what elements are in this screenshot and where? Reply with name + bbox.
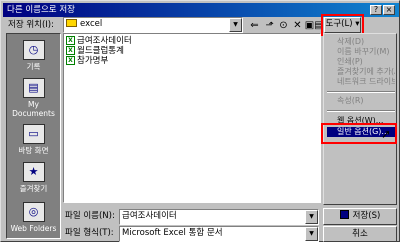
menu-item-print[interactable]: 인쇄(P) <box>327 57 395 67</box>
place-label: Web Folders <box>10 224 57 233</box>
place-history[interactable]: ◷ 기록 <box>7 40 60 71</box>
filetype-label: 파일 형식(T): <box>65 228 114 238</box>
file-name: 월드클럽통계 <box>77 46 124 56</box>
favorites-icon: ★ <box>22 162 45 182</box>
place-label: My Documents <box>12 100 55 118</box>
filename-value: 급여조사데이터 <box>122 211 177 221</box>
excel-file-icon: X <box>66 36 75 45</box>
excel-file-icon: X <box>66 56 75 65</box>
filename-label: 파일 이름(N): <box>65 211 115 221</box>
window-title: 다른 이름으로 저장 <box>7 5 75 15</box>
cancel-button[interactable]: 취소 <box>323 226 397 242</box>
tools-menu: 삭제(D) 이름 바꾸기(M) 인쇄(P) 즐겨찾기에 추가(A) 네트워크 드… <box>323 33 397 205</box>
file-name: 참가명부 <box>77 56 109 66</box>
save-in-value: excel <box>80 19 103 29</box>
folder-icon <box>66 19 77 27</box>
save-disk-icon <box>339 210 349 219</box>
mouse-pointer-icon: ➚ <box>381 127 392 141</box>
close-button[interactable]: × <box>383 5 395 15</box>
filetype-select[interactable]: Microsoft Excel 통합 문서 ▼ <box>119 226 319 242</box>
menu-separator <box>327 110 395 112</box>
up-folder-icon[interactable]: ⬏ <box>262 18 277 33</box>
filename-input[interactable]: 급여조사데이터 ▼ <box>119 209 319 225</box>
filetype-value: Microsoft Excel 통합 문서 <box>122 228 223 238</box>
save-in-combo[interactable]: excel ▼ <box>63 17 243 33</box>
place-desktop[interactable]: ▭ 바탕 화면 <box>7 124 60 155</box>
list-item[interactable]: X 월드클럽통계 <box>66 46 124 56</box>
menu-item-map-network-drive[interactable]: 네트워크 드라이브 연결(N)... <box>327 77 395 87</box>
place-web-folders[interactable]: ◎ Web Folders <box>7 202 60 233</box>
save-in-label: 저장 위치(I): <box>8 20 54 30</box>
place-label: 기록 <box>26 62 41 71</box>
history-icon: ◷ <box>22 40 45 60</box>
menu-item-add-favorites[interactable]: 즐겨찾기에 추가(A) <box>327 67 395 77</box>
my-documents-icon: ▤ <box>22 78 45 98</box>
file-name: 급여조사데이터 <box>77 36 132 46</box>
menu-item-delete[interactable]: 삭제(D) <box>327 37 395 47</box>
menu-item-properties[interactable]: 속성(R) <box>327 96 395 106</box>
place-my-documents[interactable]: ▤ My Documents <box>7 78 60 118</box>
chevron-down-icon[interactable]: ▼ <box>305 227 318 241</box>
place-favorites[interactable]: ★ 즐겨찾기 <box>7 162 60 193</box>
place-label: 즐겨찾기 <box>19 184 48 193</box>
file-list[interactable]: X 급여조사데이터 X 월드클럽통계 X 참가명부 <box>63 33 321 203</box>
menu-item-rename[interactable]: 이름 바꾸기(M) <box>327 47 395 57</box>
chevron-down-icon[interactable]: ▼ <box>229 18 242 32</box>
search-web-icon[interactable]: ⊙ <box>276 18 291 33</box>
list-item[interactable]: X 급여조사데이터 <box>66 36 132 46</box>
list-item[interactable]: X 참가명부 <box>66 56 108 66</box>
chevron-down-icon[interactable]: ▼ <box>305 210 318 224</box>
desktop-icon: ▭ <box>22 124 45 144</box>
places-bar: ◷ 기록 ▤ My Documents ▭ 바탕 화면 ★ 즐겨찾기 ◎ Web… <box>6 33 61 239</box>
web-folders-icon: ◎ <box>22 202 45 222</box>
excel-file-icon: X <box>66 46 75 55</box>
back-icon[interactable]: ⇐ <box>247 18 262 33</box>
place-label: 바탕 화면 <box>18 146 49 155</box>
help-button[interactable]: ? <box>370 5 382 15</box>
save-button-label: 저장(S) <box>352 211 381 221</box>
save-as-dialog: 다른 이름으로 저장 ? × 저장 위치(I): excel ▼ ⇐ ⬏ ⊙ ✕… <box>0 0 400 242</box>
menu-separator <box>327 91 395 93</box>
save-button[interactable]: 저장(S) <box>323 208 397 225</box>
